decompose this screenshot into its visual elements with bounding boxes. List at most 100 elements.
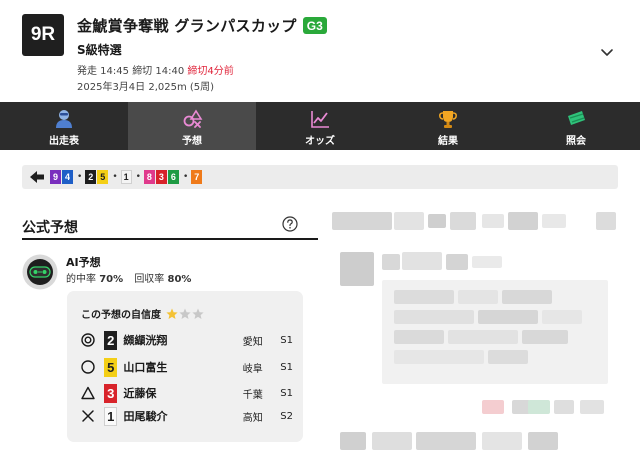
rider-prefecture: 岐阜 <box>242 363 263 375</box>
confidence-label: この予想の自信度 <box>81 310 161 321</box>
blurred-block <box>482 432 522 450</box>
blurred-block <box>450 212 476 230</box>
blurred-block <box>542 310 582 324</box>
group-separator: • <box>112 171 118 182</box>
rider-prefecture: 高知 <box>242 412 263 424</box>
double-circle-icon <box>81 333 95 347</box>
group-separator: • <box>135 171 141 182</box>
hit-rate-label: 的中率 <box>66 274 96 285</box>
chevron-down-icon[interactable] <box>599 44 615 60</box>
blurred-block <box>528 432 558 450</box>
rider-class: S1 <box>280 361 293 373</box>
bike-number-chip: 2 <box>85 170 97 184</box>
tab-label: 予想 <box>182 136 202 147</box>
race-nav-bar: 出走表 予想 オッズ 結果 照会 <box>0 102 640 150</box>
rider-name: 山口富生 <box>123 361 168 374</box>
bike-number-chip: 5 <box>97 170 109 184</box>
blurred-block <box>394 350 484 364</box>
confidence-row: この予想の自信度 <box>81 306 205 321</box>
bike-number: 3 <box>104 383 118 403</box>
blurred-block <box>488 350 528 364</box>
race-times: 発走 14:45 締切 14:40 締切4分前 <box>77 62 234 77</box>
prediction-pick-row: 1 田尾駿介 高知 S2 <box>81 406 293 426</box>
blurred-block <box>428 214 446 228</box>
section-divider <box>22 238 318 240</box>
odds-chart-icon <box>311 111 329 128</box>
race-title: 金鯱賞争奪戦 グランパスカップ <box>77 17 297 35</box>
blurred-block <box>596 212 616 230</box>
blurred-block <box>528 400 550 414</box>
tab-odds[interactable]: オッズ <box>256 102 384 150</box>
bike-number: 1 <box>104 406 118 426</box>
prediction-pick-row: 3 近藤保 千葉 S1 <box>81 383 293 403</box>
bike-number-chip: 6 <box>167 170 179 184</box>
blurred-block <box>394 290 454 304</box>
result-number-strip: 9 4 • 2 5 • 1 • 8 3 6 • 7 <box>22 165 618 189</box>
rider-icon <box>56 110 72 128</box>
hit-rate-value: 70% <box>99 274 124 285</box>
rider-prefecture: 千葉 <box>242 389 263 401</box>
rider-name: 近藤保 <box>123 387 157 400</box>
blurred-block <box>394 330 444 344</box>
race-number-badge: 9R <box>22 14 64 56</box>
blurred-block <box>416 432 476 450</box>
tab-results[interactable]: 結果 <box>384 102 512 150</box>
trophy-icon <box>439 111 457 128</box>
rider-class: S1 <box>280 387 293 399</box>
prediction-icon <box>183 109 203 128</box>
circle-icon <box>81 360 95 374</box>
section-title: 公式予想 <box>22 220 78 236</box>
triangle-icon <box>81 386 95 400</box>
tab-inquiry[interactable]: 照会 <box>512 102 640 150</box>
race-title-row: 金鯱賞争奪戦 グランパスカップ G3 <box>77 15 327 36</box>
blurred-block <box>340 252 374 286</box>
blurred-block <box>382 254 400 270</box>
cross-icon <box>81 409 95 423</box>
blurred-block <box>478 310 538 324</box>
star-empty-icon <box>179 308 191 319</box>
bike-number-chip: 8 <box>143 170 155 184</box>
tab-entries[interactable]: 出走表 <box>0 102 128 150</box>
group-separator: • <box>182 171 189 182</box>
arrow-left-icon <box>30 171 44 183</box>
race-class: S級特選 <box>77 43 122 57</box>
star-filled-icon <box>166 308 178 319</box>
close-time: 締切 14:40 <box>132 66 185 77</box>
blurred-block <box>472 256 502 268</box>
tab-label: 照会 <box>566 136 586 147</box>
question-circle-icon[interactable] <box>282 216 298 232</box>
star-empty-icon <box>192 308 204 319</box>
blurred-content-area <box>332 200 622 450</box>
blurred-block <box>402 252 442 270</box>
prediction-pick-row: 5 山口富生 岐阜 S1 <box>81 357 293 377</box>
bike-number-chip: 7 <box>191 170 203 184</box>
strip-numbers: 9 4 • 2 5 • 1 • 8 3 6 • 7 <box>50 170 203 184</box>
ticket-icon <box>568 111 585 125</box>
rider-class: S1 <box>280 334 293 346</box>
blurred-block <box>580 400 604 414</box>
blurred-block <box>394 212 424 230</box>
blurred-block <box>394 310 474 324</box>
prediction-card: この予想の自信度 2 纐纈洸翔 愛知 S1 5 山口富生 岐阜 S1 3 近藤保 千葉 S1 1 田尾駿介… <box>67 291 303 442</box>
confidence-stars <box>166 308 205 320</box>
deadline-countdown: 締切4分前 <box>187 66 234 77</box>
return-rate-label: 回収率 <box>134 274 165 285</box>
start-time: 発走 14:45 <box>77 66 129 77</box>
blurred-block <box>482 214 504 228</box>
rider-prefecture: 愛知 <box>242 336 263 348</box>
blurred-block <box>332 212 392 230</box>
blurred-block <box>522 330 568 344</box>
ai-avatar-icon <box>22 254 58 290</box>
tab-label: 結果 <box>438 136 458 147</box>
tab-label: 出走表 <box>49 136 79 147</box>
race-date-info: 2025年3月4日 2,025m (5周) <box>77 82 215 93</box>
blurred-block <box>508 212 538 230</box>
blurred-block <box>554 400 574 414</box>
rider-class: S2 <box>280 410 293 422</box>
bike-number-chip: 1 <box>120 170 132 184</box>
tab-prediction[interactable]: 予想 <box>128 102 256 150</box>
group-separator: • <box>77 171 83 182</box>
blurred-block <box>542 214 566 228</box>
return-rate-value: 80% <box>167 274 192 285</box>
bike-number-chip: 4 <box>62 170 73 184</box>
